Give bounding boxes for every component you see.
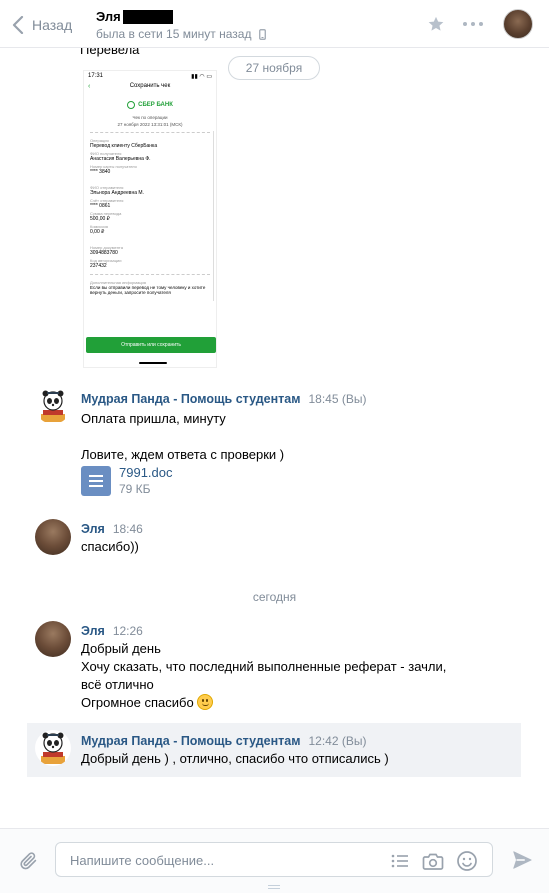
paperclip-icon [20,852,37,870]
panda-icon [41,390,65,422]
panda-avatar[interactable] [35,730,71,766]
panda-avatar[interactable] [35,388,71,424]
message-input-placeholder: Напишите сообщение... [70,853,215,868]
list-icon[interactable] [390,851,410,871]
receipt-field-value: Если вы отправили перевод не тому челове… [90,285,206,295]
peer-info[interactable]: Эля была в сети 15 минут назад [96,9,267,41]
receipt-field-value: 0,00 ₽ [90,229,105,235]
chevron-left-icon [12,16,24,34]
redaction-bar [122,9,173,24]
peer-avatar[interactable] [503,9,533,39]
mobile-phone-icon [259,28,267,40]
message-group[interactable]: Мудрая Панда - Помощь студентам 12:42 (В… [27,723,521,777]
message-author[interactable]: Эля [81,522,105,536]
back-label: Назад [32,17,73,33]
send-icon [513,851,532,869]
message-author[interactable]: Мудрая Панда - Помощь студентам [81,734,300,748]
receipt-field-value: **** 3840 [90,169,111,175]
receipt-field-value: 3094883780 [90,250,118,256]
receipt-image[interactable]: 17:31 ▮▮ ◠ ▭ ‹ Сохранить чек СБЕР БАНК Чек… [83,70,217,368]
receipt-line1: Чек по операции [132,115,168,120]
receipt-line2: 27 ноября 2022 13:31:01 (МСК) [117,122,183,127]
receipt-bank: СБЕР БАНК [138,102,173,108]
user-avatar[interactable] [35,519,71,555]
receipt-status-time: 17:31 [88,73,104,79]
message-group[interactable]: Мудрая Панда - Помощь студентам 18:45 (В… [0,384,549,504]
attach-button[interactable] [18,849,40,876]
receipt-back-icon: ‹ [88,83,91,90]
receipt-field-value: Перевод клиенту СберБанка [90,143,158,149]
back-button[interactable]: Назад [12,14,72,36]
more-options-icon[interactable] [463,22,483,26]
send-button[interactable] [511,849,533,874]
emoji-smile-icon[interactable] [456,850,478,872]
message-text: Ловите, ждем ответа с проверки ) [81,447,285,462]
message-text: спасибо)) [81,539,139,554]
message-author[interactable]: Эля [81,624,105,638]
message-text: Огромное спасибо [81,695,194,710]
message-group[interactable]: Эля 18:46 спасибо)) [0,514,549,560]
message-author[interactable]: Мудрая Панда - Помощь студентам [81,392,300,406]
receipt-field-value: **** 0861 [90,203,111,209]
camera-icon[interactable] [422,851,444,871]
doc-attachment[interactable]: 7991.doc 79 КБ [81,465,173,496]
user-avatar[interactable] [35,621,71,657]
message-text: Перевела [80,48,140,57]
date-pill: 27 ноября [228,56,320,80]
panda-icon [41,732,65,764]
receipt-field-value: Анастасия Валерьевна Ф. [90,156,151,162]
composer: Напишите сообщение... [0,828,549,893]
peer-name: Эля [96,9,121,24]
receipt-field-value: Эльнора Андреевна М. [90,190,144,196]
message-text: Оплата пришла, минуту [81,411,226,426]
receipt-save-button: Отправить или сохранить [86,337,216,353]
receipt-field-value: 500,00 ₽ [90,216,110,222]
message-time[interactable]: 12:26 [113,624,143,638]
message-text: Добрый день [81,641,161,656]
message-time[interactable]: 18:46 [113,522,143,536]
signal-icon: ▮▮ ◠ ▭ [191,74,212,80]
receipt-title: Сохранить чек [129,83,171,89]
document-icon [81,465,111,496]
receipt-field-value: 237432 [90,263,107,269]
doc-name[interactable]: 7991.doc [119,465,173,480]
chat-header: Назад Эля была в сети 15 минут назад [0,0,549,48]
message-text: Добрый день ) , отлично, спасибо что отп… [81,751,389,766]
sber-logo-icon [127,101,136,109]
message-text [81,428,284,446]
doc-size: 79 КБ [119,482,151,496]
message-group[interactable]: Эля 12:26 Добрый день Хочу сказать, что … [0,618,549,714]
peer-status: была в сети 15 минут назад [96,27,252,41]
message-input[interactable]: Напишите сообщение... [55,842,493,877]
message-text: Хочу сказать, что последний выполненные … [81,659,447,674]
day-separator: сегодня [252,590,297,604]
message-history[interactable]: Перевела 27 ноября 17:31 ▮▮ ◠ ▭ ‹ Сохранит… [0,48,549,828]
message-time[interactable]: 12:42 (Вы) [308,734,366,748]
message-time[interactable]: 18:45 (Вы) [308,392,366,406]
star-icon[interactable] [427,15,445,33]
smile-emoji-icon [197,694,214,710]
resize-handle[interactable] [268,885,280,889]
message-text: всё отлично [81,677,154,692]
